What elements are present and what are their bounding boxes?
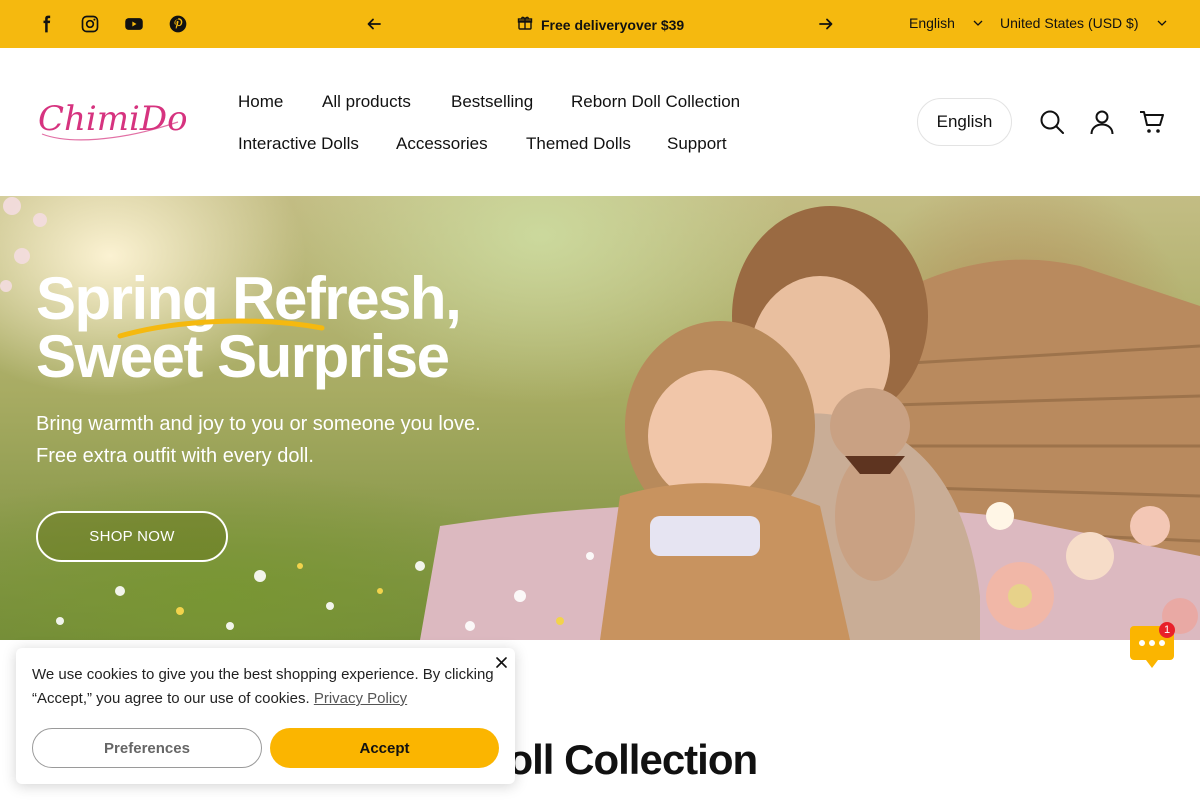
nav-home[interactable]: Home	[238, 92, 283, 112]
facebook-icon[interactable]	[34, 12, 58, 36]
accept-button[interactable]: Accept	[270, 728, 499, 768]
instagram-icon[interactable]	[78, 12, 102, 36]
cookie-banner: We use cookies to give you the best shop…	[16, 648, 515, 784]
announcement-text: Free deliveryover $39	[541, 16, 685, 33]
shop-now-button[interactable]: SHOP NOW	[36, 511, 228, 562]
gift-icon	[517, 15, 533, 34]
language-selector[interactable]: English	[909, 15, 983, 31]
chevron-down-icon	[973, 20, 983, 26]
nav-themed-dolls[interactable]: Themed Dolls	[526, 134, 631, 154]
nav-interactive-dolls[interactable]: Interactive Dolls	[238, 134, 359, 154]
youtube-icon[interactable]	[122, 12, 146, 36]
svg-text:ChimiDoll: ChimiDoll	[38, 99, 186, 139]
hero-subtitle-line: Bring warmth and joy to you or someone y…	[36, 413, 481, 435]
chevron-down-icon	[1157, 20, 1166, 26]
hero-banner: Spring Refresh, Sweet Surprise Bring war…	[0, 196, 1200, 640]
language-button[interactable]: English	[917, 98, 1012, 146]
cart-icon[interactable]	[1138, 108, 1166, 136]
announcement-bar: Free deliveryover $39 English United Sta…	[0, 0, 1200, 48]
privacy-policy-link[interactable]: Privacy Policy	[314, 690, 407, 707]
nav-bestselling[interactable]: Bestselling	[451, 92, 533, 112]
nav-accessories[interactable]: Accessories	[396, 134, 488, 154]
announcement: Free deliveryover $39	[517, 15, 684, 34]
nav-support[interactable]: Support	[667, 134, 727, 154]
close-icon[interactable]	[493, 654, 509, 670]
announcement-next-arrow-icon[interactable]	[815, 13, 837, 35]
title-underline-swoosh	[117, 318, 325, 339]
hero-subtitle-line: Free extra outfit with every doll.	[36, 445, 314, 467]
site-header: ChimiDoll Home All products Bestselling …	[0, 48, 1200, 196]
search-icon[interactable]	[1038, 108, 1066, 136]
preferences-button[interactable]: Preferences	[32, 728, 262, 768]
chat-notification-badge: 1	[1159, 622, 1175, 638]
announcement-prev-arrow-icon[interactable]	[363, 13, 385, 35]
logo[interactable]: ChimiDoll	[38, 92, 209, 150]
currency-selector[interactable]: United States (USD $)	[1000, 15, 1167, 31]
hero-subtitle: Bring warmth and joy to you or someone y…	[36, 408, 481, 472]
cookie-message: We use cookies to give you the best shop…	[32, 663, 502, 711]
language-selector-label: English	[909, 15, 955, 31]
nav-reborn-doll-collection[interactable]: Reborn Doll Collection	[571, 92, 740, 112]
cookie-message-text: We use cookies to give you the best shop…	[32, 666, 494, 707]
nav-all-products[interactable]: All products	[322, 92, 411, 112]
currency-selector-label: United States (USD $)	[1000, 15, 1139, 31]
pinterest-icon[interactable]	[166, 12, 190, 36]
account-icon[interactable]	[1088, 108, 1116, 136]
